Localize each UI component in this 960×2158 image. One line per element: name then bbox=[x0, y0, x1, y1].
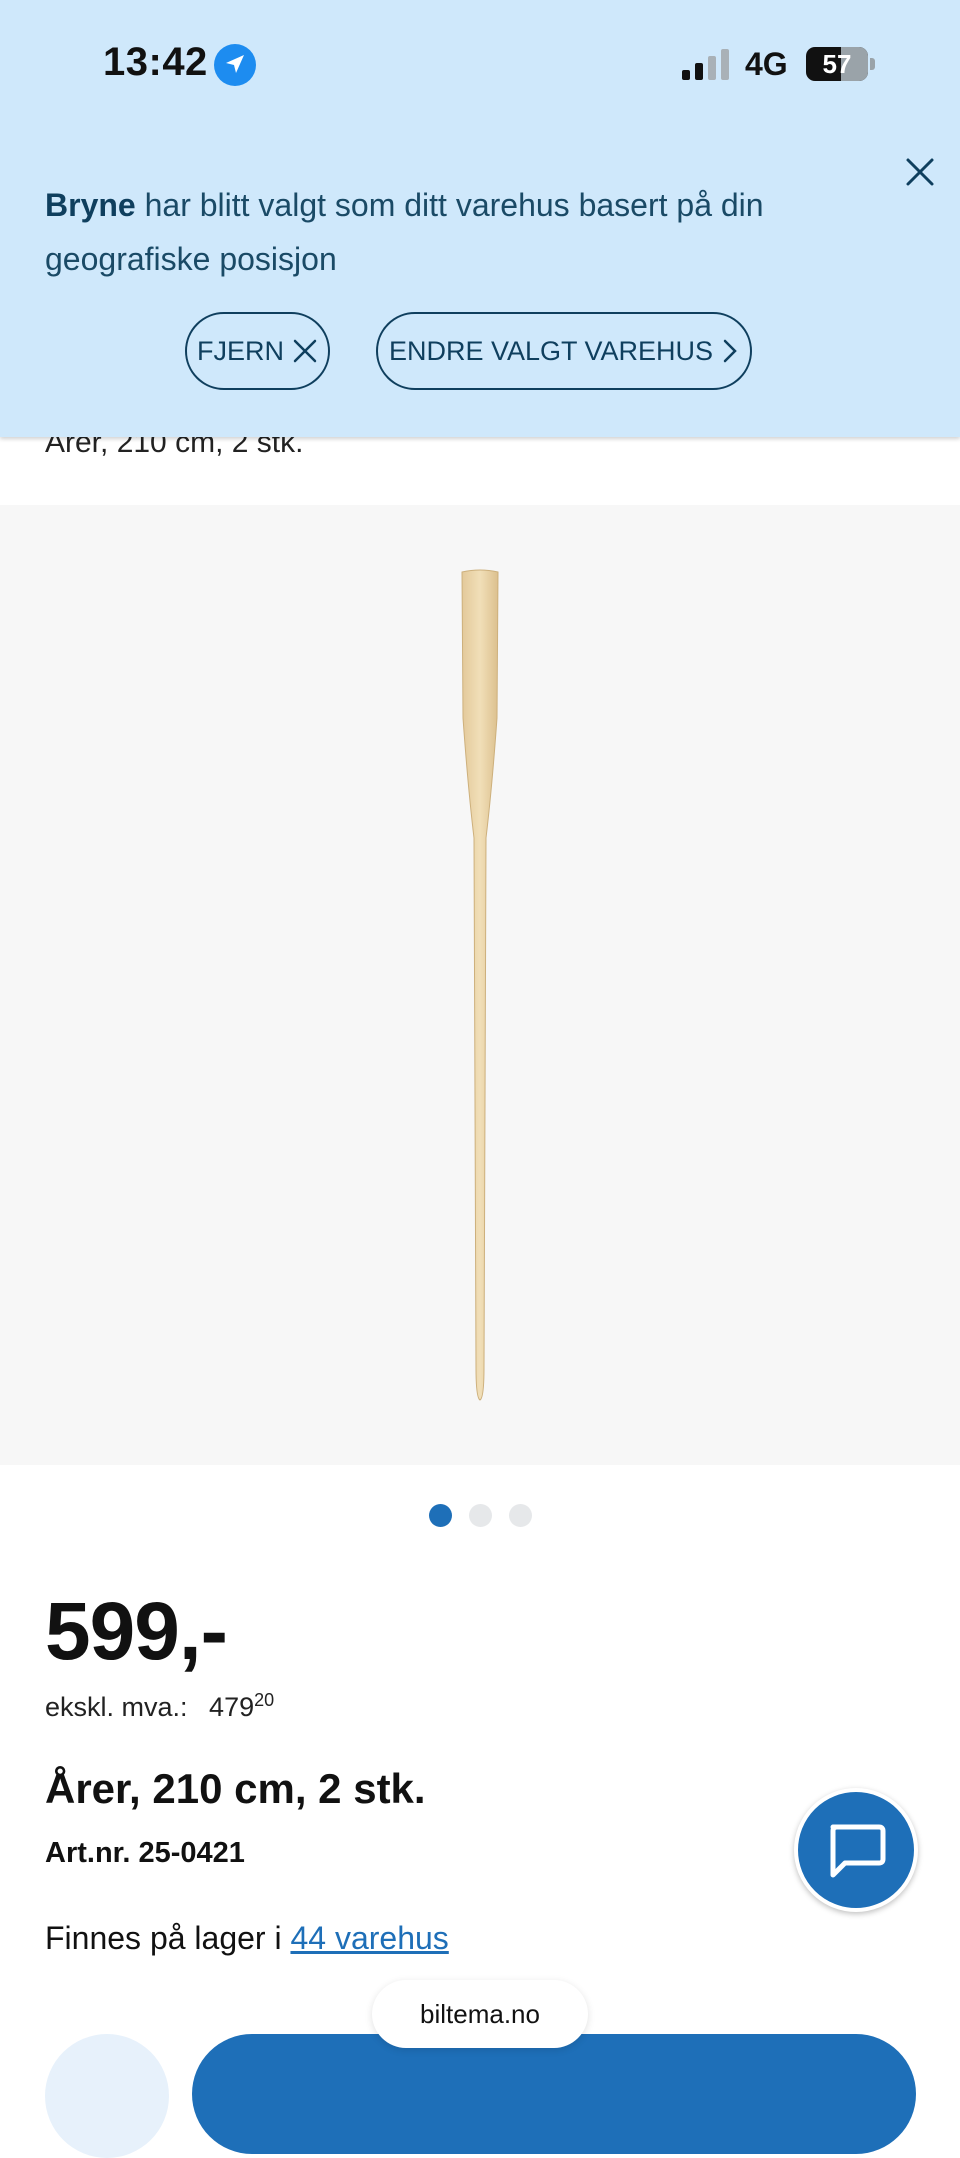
notice-body: har blitt valgt som ditt varehus basert … bbox=[45, 187, 764, 277]
price-ex-vat: ekskl. mva.: 47920 bbox=[45, 1690, 274, 1723]
add-to-cart-button[interactable] bbox=[192, 2034, 916, 2154]
chat-button[interactable] bbox=[794, 1788, 918, 1912]
change-store-button[interactable]: ENDRE VALGT VAREHUS bbox=[376, 312, 752, 390]
network-type: 4G bbox=[745, 46, 788, 82]
battery-level: 57 bbox=[822, 49, 852, 79]
stock-prefix: Finnes på lager i bbox=[45, 1920, 291, 1956]
notice-message: Bryne har blitt valgt som ditt varehus b… bbox=[45, 178, 865, 286]
chevron-right-icon bbox=[723, 339, 737, 363]
gallery-pagination bbox=[0, 1504, 960, 1528]
product-image-oar bbox=[461, 569, 499, 1401]
browser-url-bar[interactable]: biltema.no bbox=[372, 1980, 588, 2048]
chat-bubble-icon bbox=[830, 1824, 886, 1878]
remove-store-label: FJERN bbox=[197, 335, 284, 366]
product-price: 599,- bbox=[45, 1586, 228, 1677]
cellular-signal-icon bbox=[680, 48, 732, 82]
remove-store-button[interactable]: FJERN bbox=[185, 312, 330, 390]
favorite-button[interactable] bbox=[45, 2034, 169, 2158]
battery-icon: 57 bbox=[806, 47, 876, 81]
close-icon bbox=[906, 158, 934, 186]
article-number: Art.nr. 25-0421 bbox=[45, 1837, 245, 1869]
ex-vat-label: ekskl. mva.: bbox=[45, 1692, 188, 1722]
store-stock-link[interactable]: 44 varehus bbox=[290, 1920, 448, 1956]
gallery-dot[interactable] bbox=[468, 1504, 492, 1527]
ex-vat-value: 479 bbox=[209, 1692, 255, 1722]
status-time: 13:42 bbox=[103, 40, 208, 84]
location-arrow-icon bbox=[214, 44, 256, 86]
close-icon bbox=[293, 339, 317, 363]
gallery-dot[interactable] bbox=[508, 1504, 532, 1527]
product-title: Årer, 210 cm, 2 stk. bbox=[45, 1765, 426, 1812]
selected-store-name: Bryne bbox=[45, 187, 136, 223]
ex-vat-cents: 20 bbox=[254, 1690, 275, 1710]
close-notice-button[interactable] bbox=[900, 152, 940, 192]
stock-availability: Finnes på lager i 44 varehus bbox=[45, 1920, 449, 1957]
gallery-dot[interactable] bbox=[428, 1504, 452, 1527]
store-notice-banner: 13:42 4G 57 Bryne har blitt valgt som di… bbox=[0, 0, 960, 437]
change-store-label: ENDRE VALGT VAREHUS bbox=[388, 335, 714, 366]
